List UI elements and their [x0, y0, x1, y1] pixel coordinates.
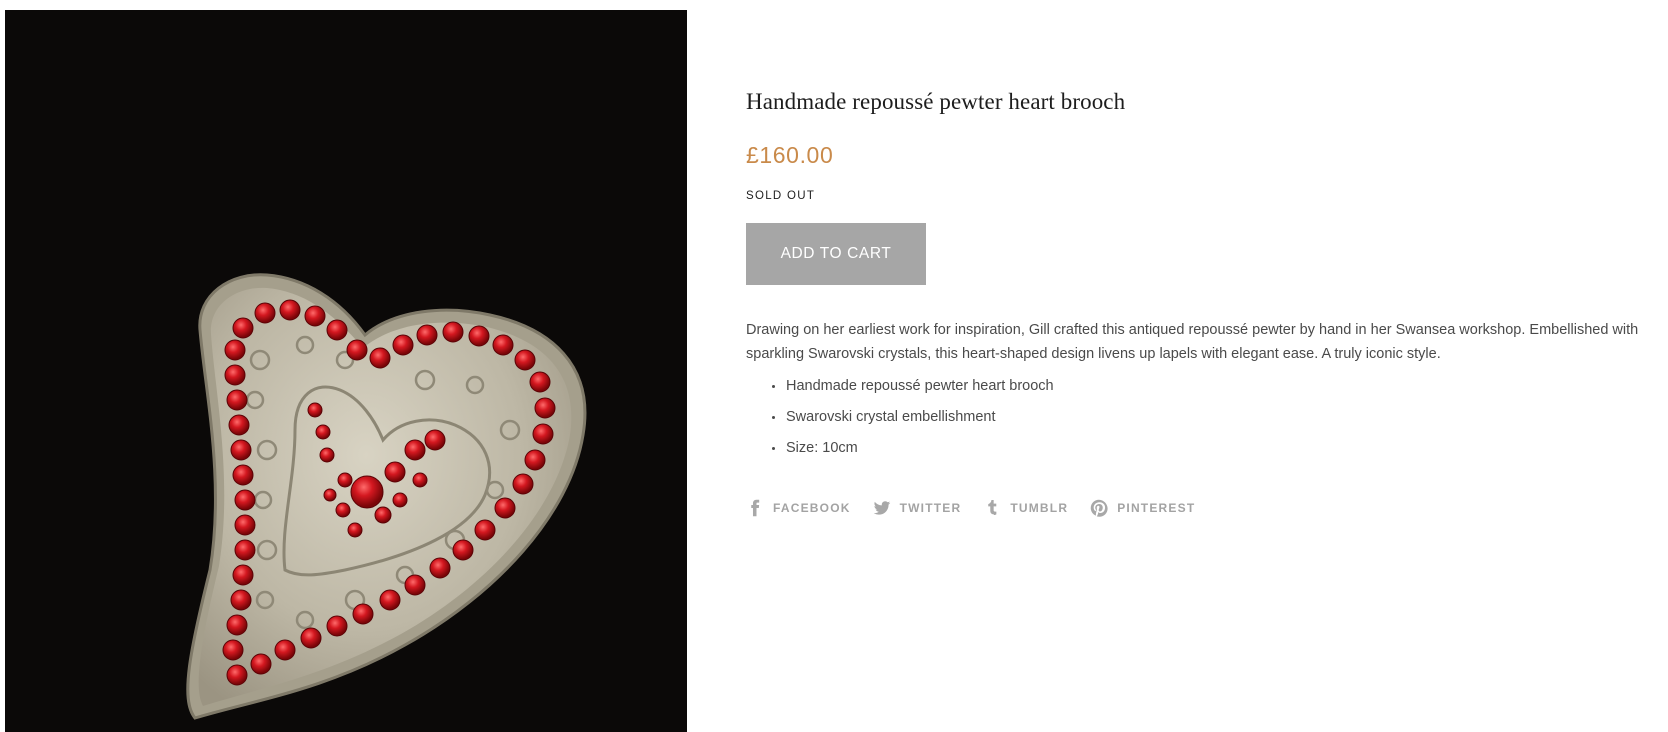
product-price: £160.00: [746, 142, 834, 168]
share-buttons: FACEBOOK TWITTER TUMBLR PINTEREST: [746, 499, 1656, 517]
share-facebook-label: FACEBOOK: [773, 501, 851, 515]
feature-item: Size: 10cm: [772, 438, 1656, 458]
tumblr-icon: [983, 499, 1001, 517]
product-description: Drawing on her earliest work for inspira…: [746, 322, 1639, 362]
add-to-cart-button[interactable]: ADD TO CART: [746, 223, 926, 285]
product-image[interactable]: [5, 10, 687, 732]
twitter-icon: [873, 499, 891, 517]
product-page: Handmade repoussé pewter heart brooch £1…: [0, 0, 1668, 732]
share-pinterest-link[interactable]: PINTEREST: [1090, 499, 1195, 517]
feature-item: Swarovski crystal embellishment: [772, 407, 1656, 427]
share-tumblr-label: TUMBLR: [1010, 501, 1069, 515]
share-twitter-label: TWITTER: [899, 501, 962, 515]
heart-brooch-image: [5, 10, 687, 732]
product-title: Handmade repoussé pewter heart brooch: [746, 89, 1126, 114]
share-twitter-link[interactable]: TWITTER: [873, 499, 962, 517]
share-tumblr-link[interactable]: TUMBLR: [983, 499, 1068, 517]
pinterest-icon: [1090, 499, 1108, 517]
feature-list: Handmade repoussé pewter heart brooch Sw…: [746, 376, 1656, 458]
facebook-icon: [746, 499, 764, 517]
product-details: Handmade repoussé pewter heart brooch £1…: [746, 86, 1656, 517]
feature-item: Handmade repoussé pewter heart brooch: [772, 376, 1656, 396]
stock-status: SOLD OUT: [746, 190, 816, 202]
share-pinterest-label: PINTEREST: [1117, 501, 1196, 515]
share-facebook-link[interactable]: FACEBOOK: [746, 499, 851, 517]
